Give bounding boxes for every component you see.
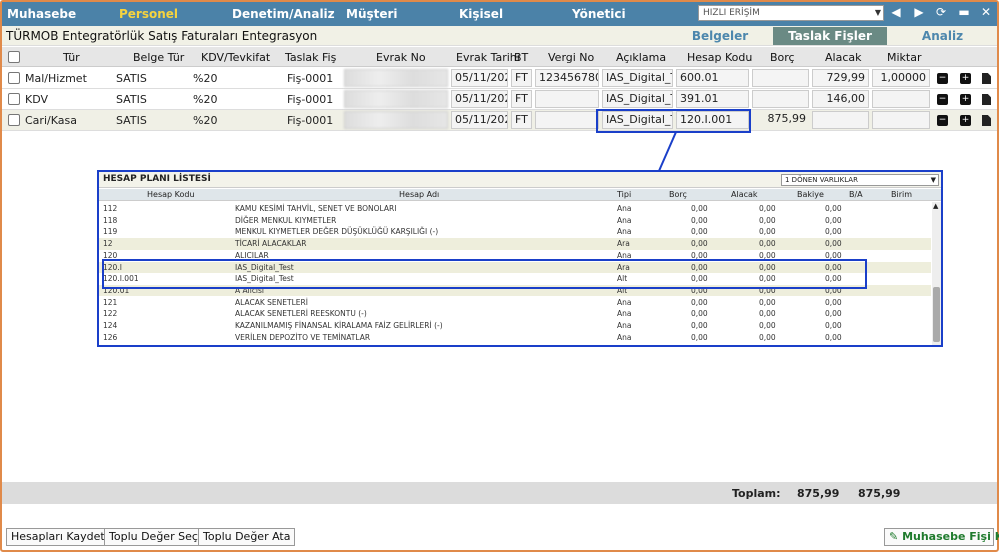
totals-bar: Toplam: 875,99 875,99 <box>2 482 997 504</box>
popup-cell-bakiye: 0,00 <box>825 332 842 342</box>
popup-cell-ad: DİĞER MENKUL KIYMETLER <box>235 215 337 225</box>
bulk-assign-button[interactable]: Toplu Değer Ata <box>198 528 296 546</box>
pcol-kod: Hesap Kodu <box>147 190 195 199</box>
popup-row[interactable]: 118 DİĞER MENKUL KIYMETLER Ana 0,00 0,00 0,00 <box>99 215 931 227</box>
account-group-value: 1 DÖNEN VARLIKLAR <box>785 176 858 184</box>
total-borc: 875,99 <box>797 487 840 500</box>
account-plan-popup: HESAP PLANI LİSTESİ 1 DÖNEN VARLIKLAR ▼ H… <box>97 170 943 347</box>
popup-cell-tip: Ana <box>617 309 632 319</box>
popup-cell-ad: ALACAK SENETLERİ <box>235 297 308 307</box>
popup-cell-bakiye: 0,00 <box>825 227 842 237</box>
popup-cell-kod: 121 <box>103 297 118 307</box>
popup-cell-tip: Ana <box>617 204 632 213</box>
popup-row[interactable]: 126 VERİLEN DEPOZİTO VE TEMİNATLAR Ana 0,00… <box>99 332 931 344</box>
scrollbar-thumb[interactable] <box>933 287 940 342</box>
pcol-ba: B/A <box>849 190 863 199</box>
highlight-popup-rows <box>102 259 867 289</box>
account-group-select[interactable]: 1 DÖNEN VARLIKLAR ▼ <box>781 174 939 186</box>
popup-row[interactable]: 121 ALACAK SENETLERİ Ana 0,00 0,00 0,00 <box>99 297 931 309</box>
pcol-bakiye: Bakiye <box>797 190 824 199</box>
popup-row[interactable]: 119 MENKUL KIYMETLER DEĞER DÜŞÜKLÜĞÜ KARŞ… <box>99 226 931 238</box>
popup-header: HESAP PLANI LİSTESİ 1 DÖNEN VARLIKLAR ▼ <box>99 172 941 188</box>
popup-cell-ad: ALACAK SENETLERİ REESKONTU (-) <box>235 309 367 319</box>
total-alacak: 875,99 <box>858 487 901 500</box>
issue-voucher-label: Muhasebe Fişi Kes <box>902 530 999 543</box>
popup-cell-alacak: 0,00 <box>759 332 776 342</box>
popup-cell-tip: Ana <box>617 321 632 330</box>
popup-cell-alacak: 0,00 <box>759 204 776 213</box>
popup-cell-borc: 0,00 <box>691 204 708 213</box>
popup-cell-alacak: 0,00 <box>759 239 776 249</box>
popup-cell-tip: Ana <box>617 332 632 342</box>
popup-cell-bakiye: 0,00 <box>825 321 842 330</box>
popup-cell-bakiye: 0,00 <box>825 204 842 213</box>
popup-row[interactable]: 122 ALACAK SENETLERİ REESKONTU (-) Ana 0,00… <box>99 308 931 320</box>
popup-scrollbar[interactable]: ▲ <box>932 202 941 345</box>
popup-cell-ad: TİCARİ ALACAKLAR <box>235 239 307 249</box>
edit-icon: ✎ <box>889 530 899 543</box>
popup-cell-bakiye: 0,00 <box>825 239 842 249</box>
popup-cell-tip: Ana <box>617 215 632 225</box>
popup-cell-alacak: 0,00 <box>759 309 776 319</box>
popup-cell-alacak: 0,00 <box>759 321 776 330</box>
popup-cell-alacak: 0,00 <box>759 215 776 225</box>
popup-cell-borc: 0,00 <box>691 332 708 342</box>
popup-cell-kod: 112 <box>103 204 118 213</box>
popup-cell-tip: Ana <box>617 297 632 307</box>
totals-label: Toplam: <box>732 487 781 500</box>
popup-cell-ad: VERİLEN DEPOZİTO VE TEMİNATLAR <box>235 332 371 342</box>
popup-row[interactable]: 12 TİCARİ ALACAKLAR Ara 0,00 0,00 0,00 <box>99 238 931 250</box>
popup-cell-borc: 0,00 <box>691 215 708 225</box>
popup-cell-ad: KAMU KESİMİ TAHVİL, SENET VE BONOLARI <box>235 204 397 213</box>
popup-cell-bakiye: 0,00 <box>825 215 842 225</box>
popup-cell-kod: 118 <box>103 215 118 225</box>
pcol-tip: Tipi <box>617 190 632 199</box>
popup-cell-kod: 122 <box>103 309 118 319</box>
popup-cell-kod: 126 <box>103 332 118 342</box>
popup-cell-kod: 124 <box>103 321 118 330</box>
scroll-up-icon[interactable]: ▲ <box>933 202 938 210</box>
popup-title: HESAP PLANI LİSTESİ <box>103 174 211 184</box>
pcol-ad: Hesap Adı <box>399 190 440 199</box>
popup-row[interactable]: 124 KAZANILMAMIŞ FİNANSAL KİRALAMA FAİZ G… <box>99 320 931 332</box>
popup-cell-kod: 119 <box>103 227 118 237</box>
popup-cell-ad: KAZANILMAMIŞ FİNANSAL KİRALAMA FAİZ GELİ… <box>235 321 443 330</box>
chevron-down-icon: ▼ <box>930 176 936 184</box>
save-accounts-button[interactable]: Hesapları Kaydet <box>6 528 110 546</box>
pcol-alacak: Alacak <box>731 190 758 199</box>
popup-cell-alacak: 0,00 <box>759 297 776 307</box>
popup-cell-borc: 0,00 <box>691 239 708 249</box>
bulk-select-button[interactable]: Toplu Değer Seç <box>104 528 203 546</box>
issue-voucher-button[interactable]: ✎ Muhasebe Fişi Kes <box>884 528 999 546</box>
popup-cell-tip: Ara <box>617 239 630 249</box>
popup-cell-bakiye: 0,00 <box>825 309 842 319</box>
popup-cell-tip: Ana <box>617 227 632 237</box>
popup-cell-borc: 0,00 <box>691 227 708 237</box>
popup-cell-ad: MENKUL KIYMETLER DEĞER DÜŞÜKLÜĞÜ KARŞILI… <box>235 227 439 237</box>
popup-cell-borc: 0,00 <box>691 297 708 307</box>
popup-cell-borc: 0,00 <box>691 321 708 330</box>
popup-cell-kod: 12 <box>103 239 113 249</box>
popup-column-header: Hesap Kodu Hesap Adı Tipi Borç Alacak Ba… <box>99 189 941 201</box>
pcol-borc: Borç <box>669 190 687 199</box>
popup-cell-bakiye: 0,00 <box>825 297 842 307</box>
pcol-birim: Birim <box>891 190 913 199</box>
popup-cell-borc: 0,00 <box>691 309 708 319</box>
popup-row[interactable]: 112 KAMU KESİMİ TAHVİL, SENET VE BONOLARI… <box>99 203 931 215</box>
popup-cell-alacak: 0,00 <box>759 227 776 237</box>
